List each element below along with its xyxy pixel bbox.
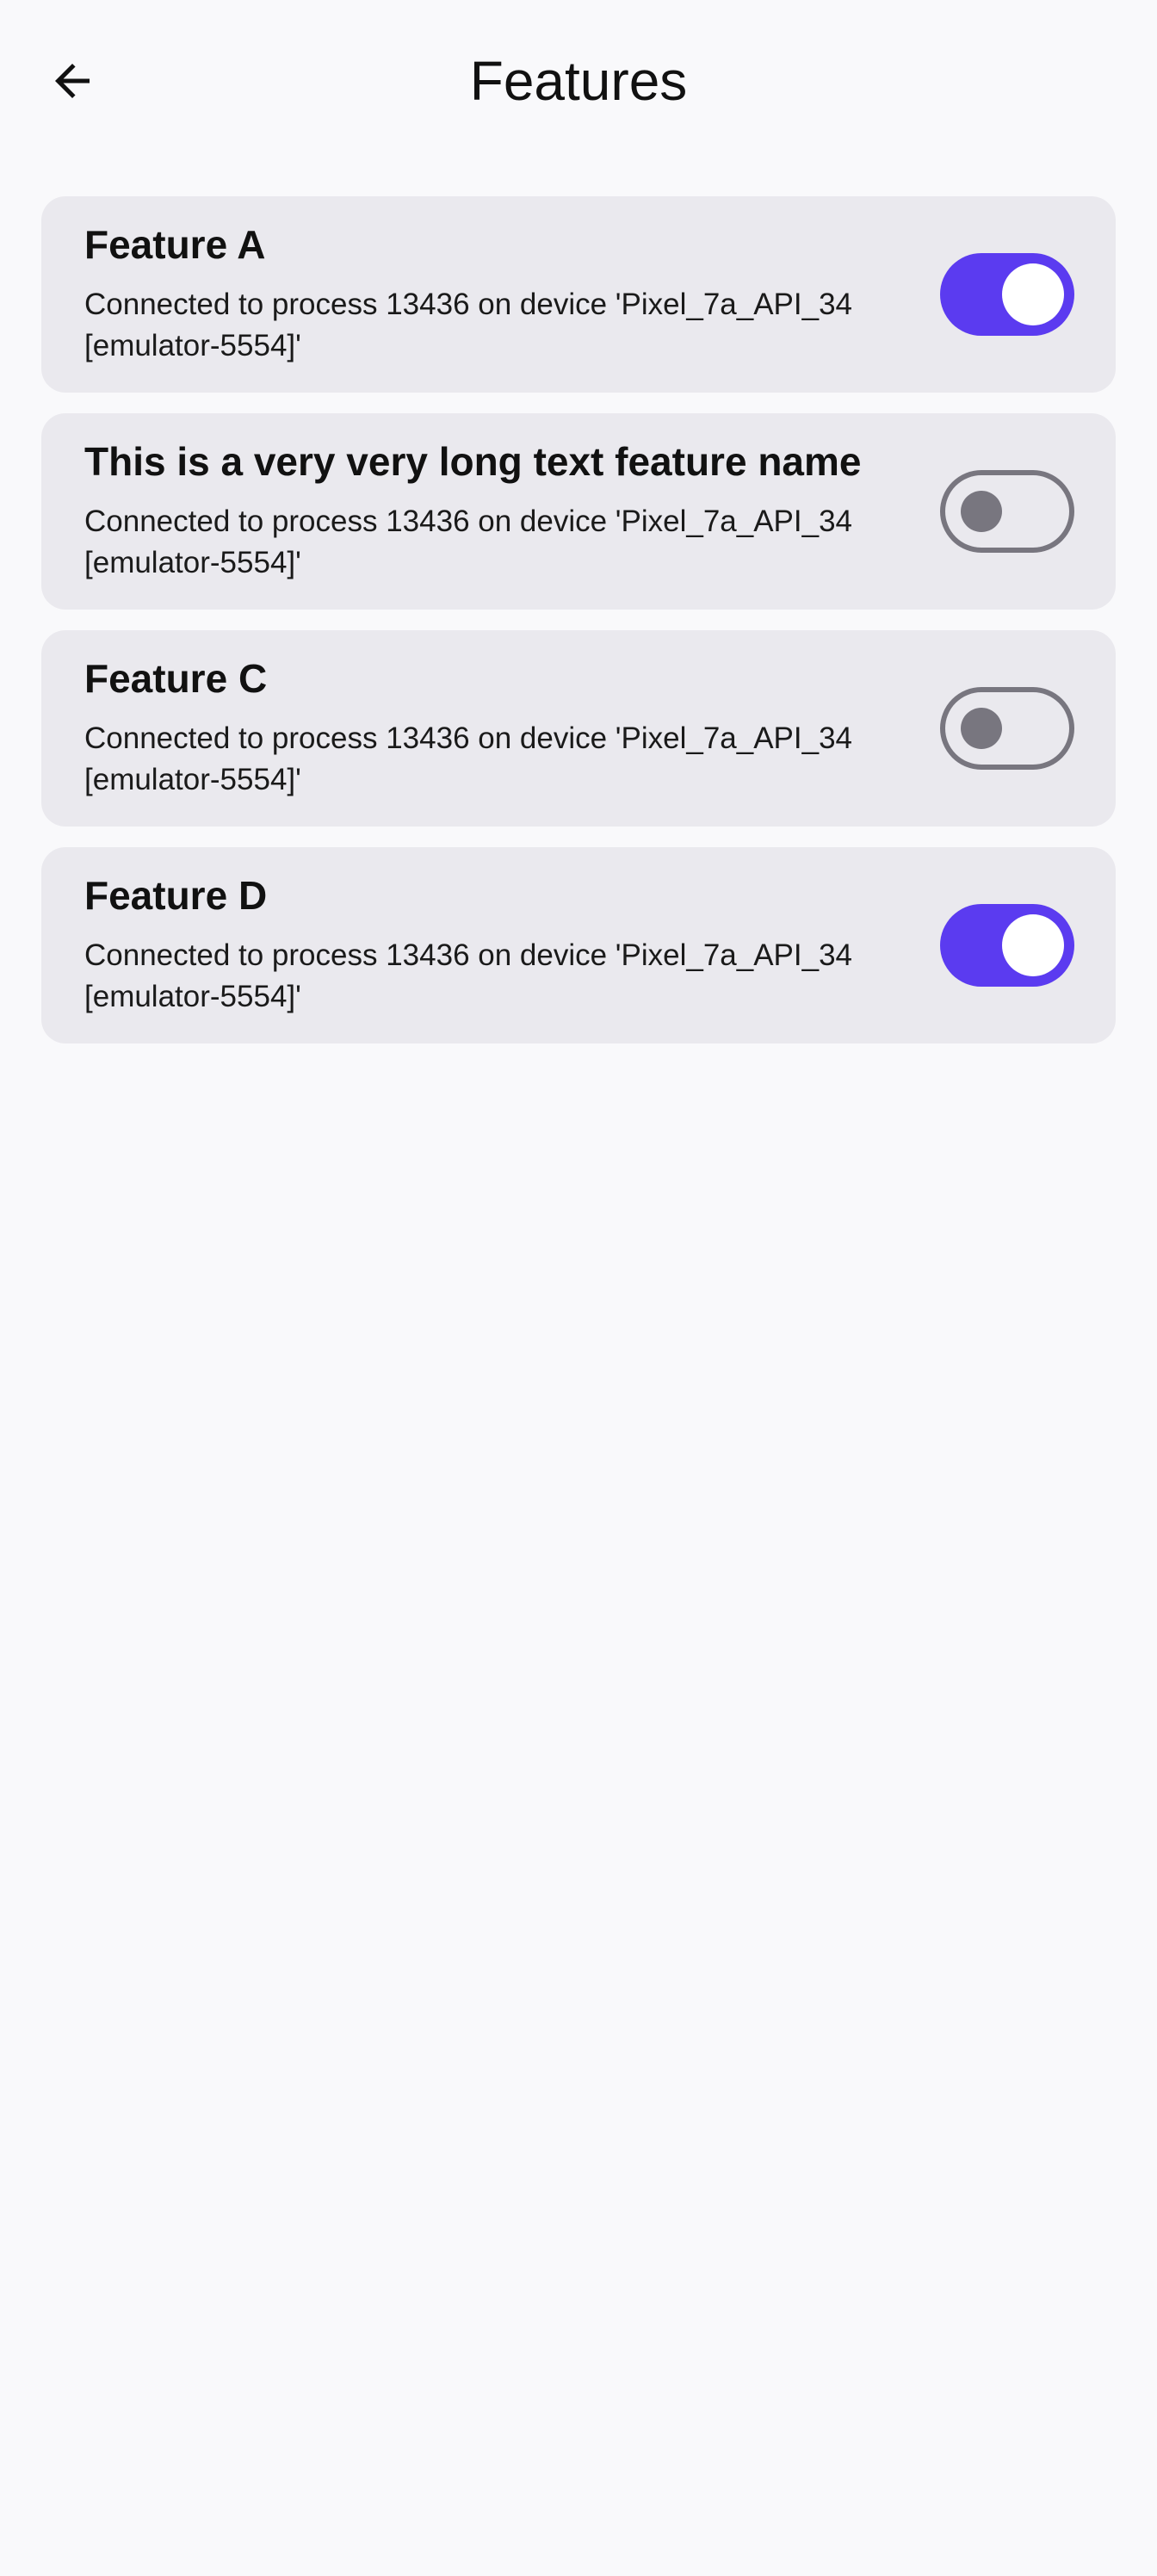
feature-text: Feature C Connected to process 13436 on … bbox=[84, 653, 962, 801]
feature-c-switch[interactable] bbox=[940, 687, 1074, 770]
feature-description: Connected to process 13436 on device 'Pi… bbox=[84, 505, 853, 579]
switch-thumb bbox=[961, 491, 1002, 532]
feature-name: Feature A bbox=[84, 222, 266, 267]
switch-thumb bbox=[1002, 914, 1064, 976]
feature-card-long-name: This is a very very long text feature na… bbox=[41, 413, 1116, 610]
feature-text: Feature D Connected to process 13436 on … bbox=[84, 870, 962, 1018]
feature-d-switch[interactable] bbox=[940, 904, 1074, 987]
feature-description: Connected to process 13436 on device 'Pi… bbox=[84, 938, 853, 1013]
top-app-bar: Features bbox=[0, 0, 1157, 164]
feature-card-c: Feature C Connected to process 13436 on … bbox=[41, 630, 1116, 827]
feature-text: This is a very very long text feature na… bbox=[84, 436, 962, 584]
feature-name: This is a very very long text feature na… bbox=[84, 439, 862, 484]
feature-card-d: Feature D Connected to process 13436 on … bbox=[41, 847, 1116, 1043]
switch-thumb bbox=[1002, 263, 1064, 325]
feature-long-name-switch[interactable] bbox=[940, 470, 1074, 553]
feature-description: Connected to process 13436 on device 'Pi… bbox=[84, 288, 853, 362]
feature-a-switch[interactable] bbox=[940, 253, 1074, 336]
feature-text: Feature A Connected to process 13436 on … bbox=[84, 219, 962, 367]
feature-card-a: Feature A Connected to process 13436 on … bbox=[41, 196, 1116, 393]
feature-description: Connected to process 13436 on device 'Pi… bbox=[84, 721, 853, 796]
switch-thumb bbox=[961, 708, 1002, 749]
page-title: Features bbox=[469, 50, 688, 112]
feature-name: Feature D bbox=[84, 873, 268, 918]
feature-name: Feature C bbox=[84, 656, 268, 701]
feature-list: Feature A Connected to process 13436 on … bbox=[41, 196, 1116, 1064]
